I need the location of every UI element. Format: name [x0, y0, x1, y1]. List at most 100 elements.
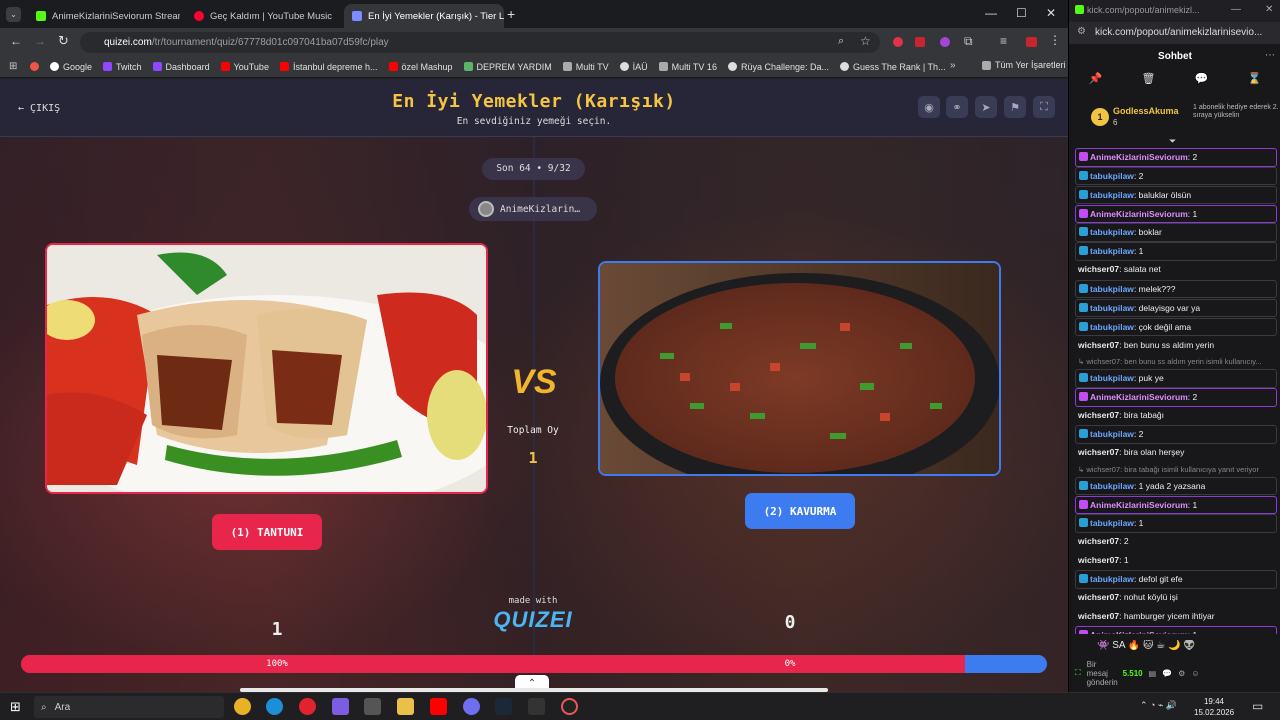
pin-icon[interactable]: 📌 [1089, 72, 1103, 96]
bookmark[interactable]: İAÜ [619, 62, 648, 72]
obs-icon[interactable] [561, 698, 578, 715]
chat-message[interactable]: wichser07: 2 [1075, 533, 1277, 552]
chat-username[interactable]: wichser07 [1078, 555, 1119, 565]
file-explorer-icon[interactable] [397, 698, 414, 715]
forward-icon[interactable]: → [34, 34, 46, 48]
chat-message[interactable]: tabukpilaw: delayisgo var ya [1075, 298, 1277, 317]
minimize-icon[interactable]: — [1231, 4, 1241, 15]
emote-picker-icon[interactable]: ⛶ [1075, 668, 1081, 678]
discord-icon[interactable] [463, 698, 480, 715]
tab-youtube-music[interactable]: Geç Kaldım | YouTube Music ✕ [186, 4, 338, 28]
steam-icon[interactable] [495, 698, 512, 715]
minimize-icon[interactable]: — [985, 6, 997, 20]
chat-username[interactable]: tabukpilaw [1090, 190, 1134, 200]
more-bookmarks-icon[interactable]: » [950, 60, 956, 71]
chat-message[interactable]: AnimeKizlariniSeviorum: 1 [1075, 626, 1277, 634]
bookmark[interactable]: YouTube [220, 62, 269, 72]
chat-username[interactable]: tabukpilaw [1090, 227, 1134, 237]
link-icon[interactable]: ⚭ [946, 96, 968, 118]
popout-url[interactable]: kick.com/popout/animekizlarinisevio... [1069, 22, 1280, 44]
chat-username[interactable]: AnimeKizlariniSeviorum [1090, 209, 1188, 219]
send-icon[interactable]: ➤ [975, 96, 997, 118]
select-right-button[interactable]: (2) KAVURMA [745, 493, 855, 529]
chat-username[interactable]: wichser07 [1078, 340, 1119, 350]
chat-message[interactable]: tabukpilaw: melek??? [1075, 279, 1277, 298]
back-icon[interactable]: ← [10, 34, 22, 48]
new-tab-button[interactable]: + [507, 6, 515, 22]
more-options-icon[interactable]: ⋯ [1265, 50, 1275, 61]
url-field[interactable]: quizei.com/tr/tournament/quiz/67778d01c0… [80, 32, 880, 53]
reload-icon[interactable]: ↻ [58, 33, 69, 49]
youtube-icon[interactable] [430, 698, 447, 715]
bookmark[interactable]: Google [50, 62, 92, 72]
chat-message[interactable]: wichser07: 1 [1075, 552, 1277, 571]
extension-icon[interactable] [1026, 37, 1037, 47]
bookmark[interactable]: DEPREM YARDIM [463, 62, 552, 72]
chat-message[interactable]: AnimeKizlariniSeviorum: 1 [1075, 495, 1277, 514]
bookmark[interactable]: İstanbul depreme h... [279, 62, 378, 72]
channel-points[interactable]: 5.510 [1123, 669, 1143, 678]
quizei-logo[interactable]: QUIZEI [484, 607, 582, 633]
chat-reply-context[interactable]: ↳ wichser07: ben bunu ss aldım yerin isi… [1075, 355, 1277, 369]
tab-search-button[interactable]: ⌄ [6, 7, 21, 22]
copilot-icon[interactable] [332, 698, 349, 715]
chat-username[interactable]: tabukpilaw [1090, 518, 1134, 528]
chat-username[interactable]: tabukpilaw [1090, 246, 1134, 256]
chat-username[interactable]: wichser07 [1078, 611, 1119, 621]
chat-message[interactable]: wichser07: bira tabağı [1075, 407, 1277, 426]
bookmark[interactable]: Guess The Rank | Th... [840, 62, 946, 72]
chat-username[interactable]: wichser07 [1078, 410, 1119, 420]
extension-icon[interactable] [915, 37, 925, 47]
bookmark-star-icon[interactable]: ☆ [860, 34, 871, 48]
chat-message[interactable]: tabukpilaw: 1 [1075, 242, 1277, 261]
chat-message[interactable]: tabukpilaw: çok değil ama [1075, 317, 1277, 336]
chat-message[interactable]: wichser07: salata net [1075, 261, 1277, 280]
emote-bar[interactable]: 👾 SA 🔥 🐱 ☕ 🌙 👽 [1097, 640, 1277, 651]
chat-send-icon[interactable]: 💬 [1162, 669, 1172, 678]
bookmark[interactable]: Rüya Challenge: Da... [727, 62, 829, 72]
maximize-icon[interactable]: ☐ [1016, 6, 1027, 20]
chat-username[interactable]: tabukpilaw [1090, 373, 1134, 383]
chat-username[interactable]: tabukpilaw [1090, 481, 1134, 491]
opera-icon[interactable] [299, 698, 316, 715]
chat-message[interactable]: tabukpilaw: 2 [1075, 166, 1277, 185]
zoom-icon[interactable]: ⌕ [838, 35, 844, 48]
extension-icon[interactable] [893, 37, 903, 47]
chat-message[interactable]: tabukpilaw: baluklar ölsün [1075, 185, 1277, 204]
extensions-puzzle-icon[interactable]: ⧉ [964, 34, 973, 49]
bookmark[interactable] [30, 62, 39, 71]
chat-username[interactable]: AnimeKizlariniSeviorum [1090, 630, 1188, 634]
eye-icon[interactable]: ◉ [918, 96, 940, 118]
notification-icon[interactable]: ▭ [1252, 699, 1263, 713]
chat-username[interactable]: tabukpilaw [1090, 322, 1134, 332]
clock[interactable]: 19:44 15.02.2026 [1194, 696, 1234, 718]
media-icon[interactable]: ≡ [1000, 34, 1007, 48]
chat-message[interactable]: wichser07: ben bunu ss aldım yerin [1075, 337, 1277, 356]
settings-icon[interactable]: ⚙ [1178, 669, 1185, 678]
chat-message[interactable]: wichser07: nohut köylü işi [1075, 589, 1277, 608]
trash-icon[interactable]: 🗑 [1142, 72, 1156, 96]
bookmark[interactable]: Twitch [103, 62, 142, 72]
windows-start-icon[interactable]: ⊞ [10, 699, 21, 715]
chat-message[interactable]: tabukpilaw: 1 [1075, 514, 1277, 533]
chat-username[interactable]: tabukpilaw [1090, 429, 1134, 439]
epic-games-icon[interactable] [528, 698, 545, 715]
site-settings-icon[interactable]: ⚙ [1077, 26, 1086, 37]
chat-message[interactable]: tabukpilaw: puk ye [1075, 369, 1277, 388]
chat-reply-context[interactable]: ↳ wichser07: bira tabağı isimli kullanıc… [1075, 463, 1277, 477]
edge-icon[interactable] [266, 698, 283, 715]
chat-bubble-icon[interactable]: 💬 [1195, 72, 1209, 96]
bookmark[interactable]: Multi TV 16 [658, 62, 717, 72]
system-tray-icons[interactable]: ⌃ ◔ ⌁ 🔊 [1140, 700, 1177, 711]
chat-username[interactable]: tabukpilaw [1090, 303, 1134, 313]
chat-username[interactable]: tabukpilaw [1090, 284, 1134, 294]
chat-username[interactable]: wichser07 [1078, 536, 1119, 546]
chat-message[interactable]: wichser07: hamburger yicem ihtiyar [1075, 608, 1277, 627]
flag-icon[interactable]: ⚑ [1004, 96, 1026, 118]
tab-quizei[interactable]: En İyi Yemekler (Karışık) - Tier L ✕ [344, 4, 504, 28]
select-left-button[interactable]: (1) TANTUNI [212, 514, 322, 550]
store-icon[interactable] [364, 698, 381, 715]
hourglass-icon[interactable]: ⌛ [1248, 72, 1262, 96]
emoji-icon[interactable]: ☺ [1191, 669, 1199, 678]
chat-message[interactable]: tabukpilaw: defol git efe [1075, 570, 1277, 589]
